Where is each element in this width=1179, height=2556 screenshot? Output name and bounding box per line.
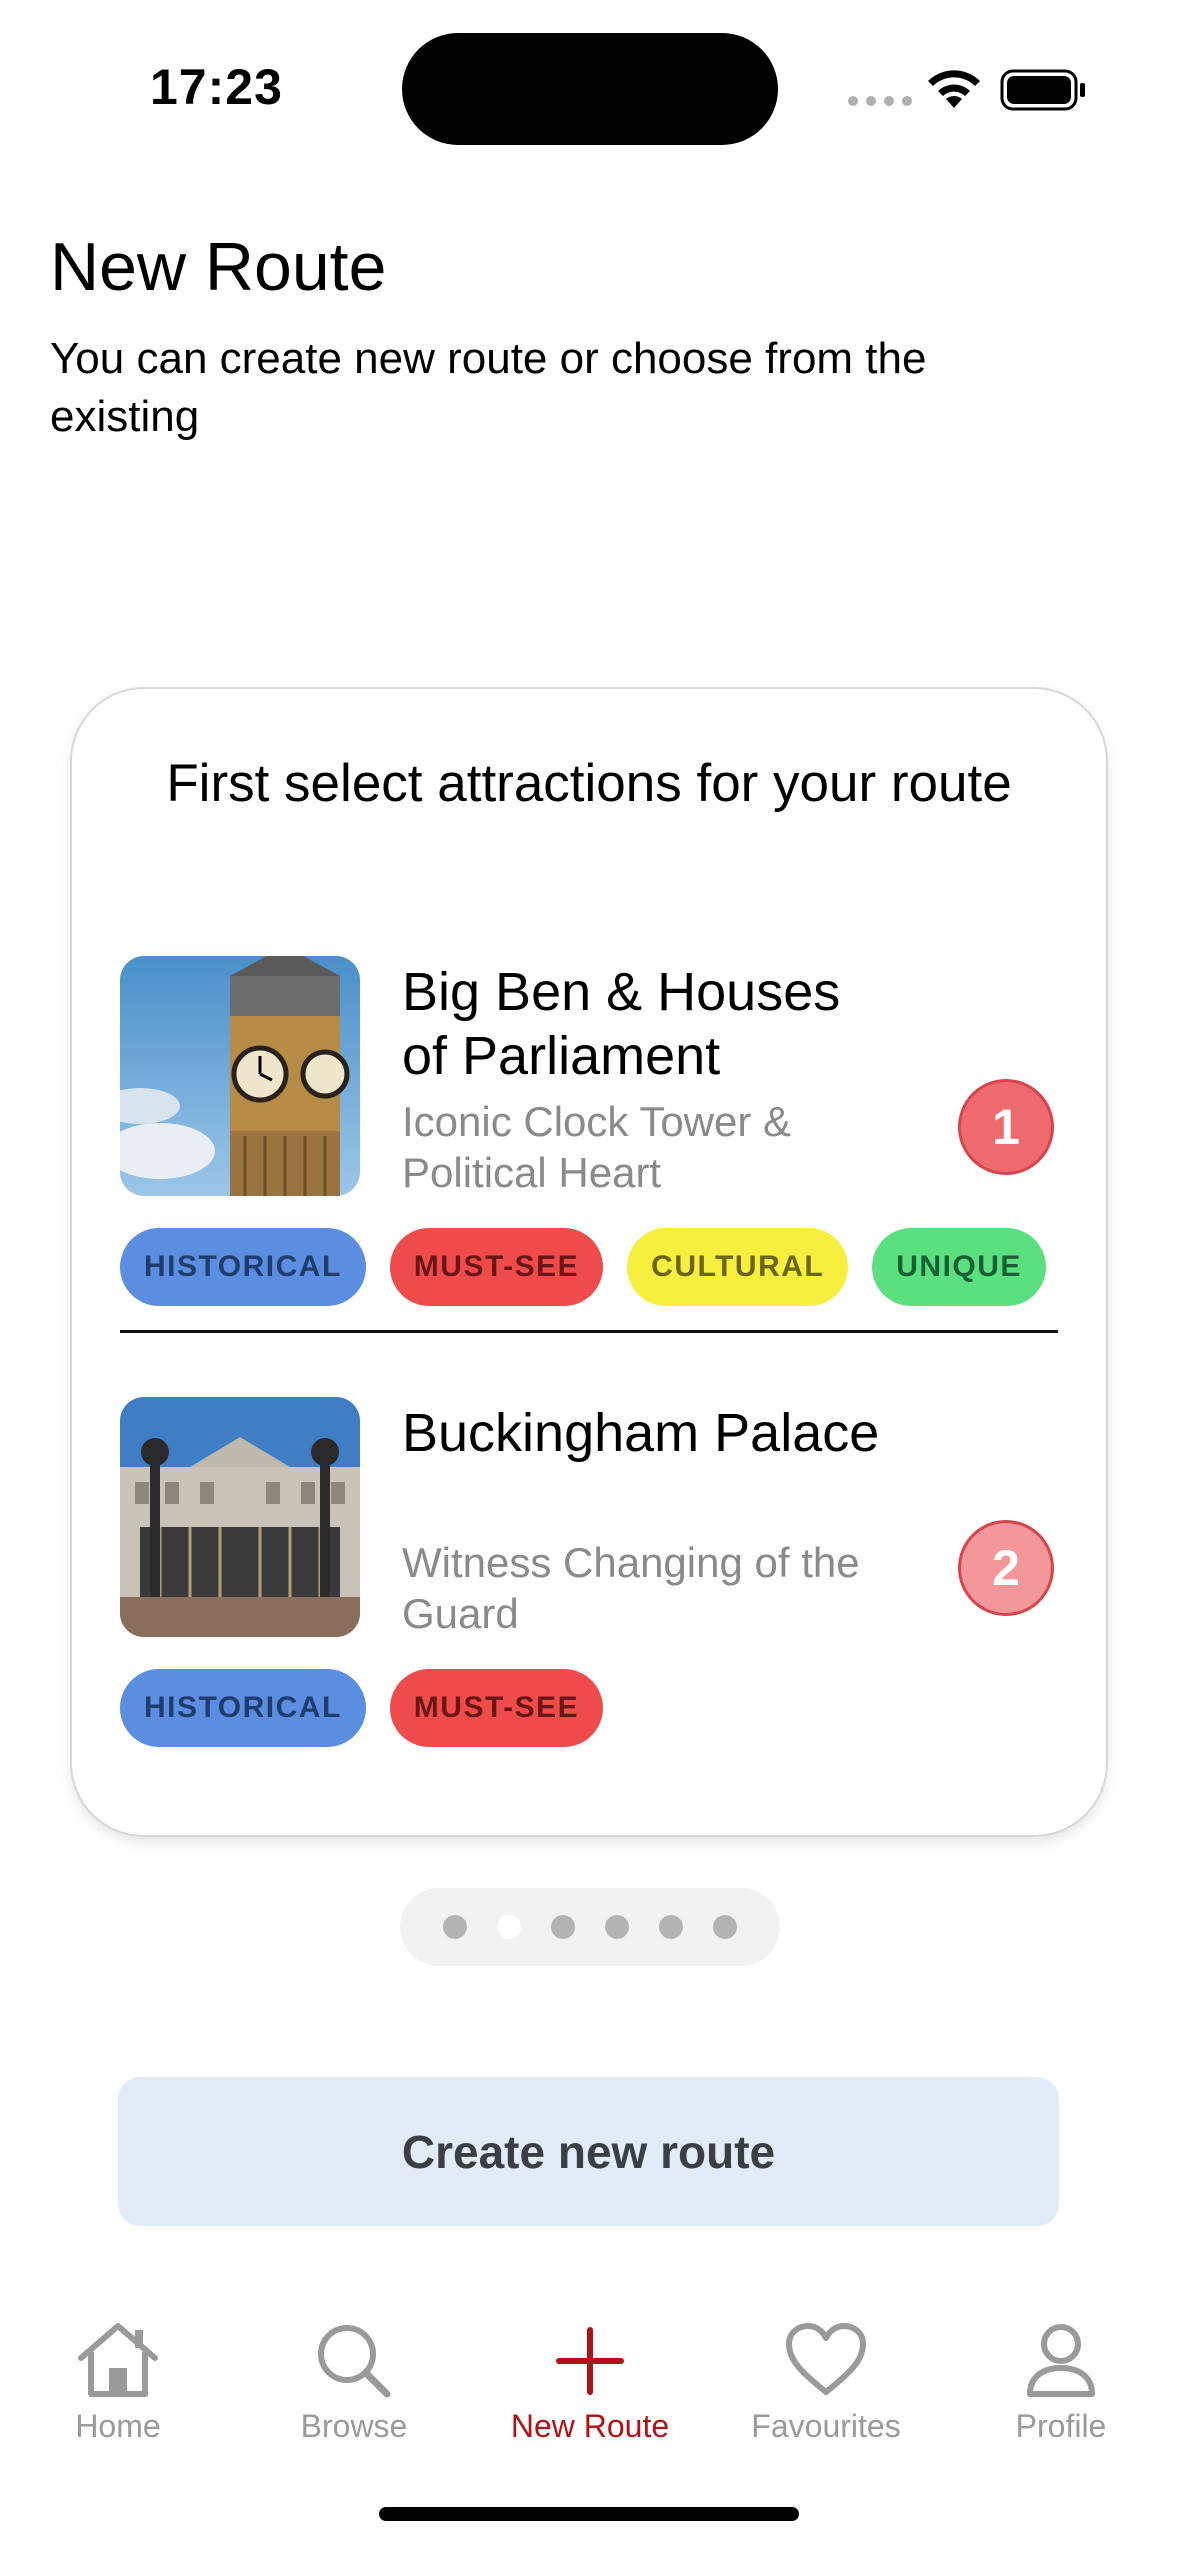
tab-label: Profile bbox=[1015, 2408, 1107, 2444]
buckingham-palace-image bbox=[120, 1397, 360, 1637]
page-dot-active[interactable] bbox=[497, 1915, 521, 1939]
attraction-description: Witness Changing of the Guard bbox=[402, 1539, 860, 1637]
page-dot[interactable] bbox=[659, 1915, 683, 1939]
tag-must-see: MUST-SEE bbox=[389, 1669, 604, 1747]
tab-label: Favourites bbox=[751, 2408, 901, 2444]
attraction-description: Iconic Clock Tower & Political Heart bbox=[402, 1098, 792, 1196]
attraction-title: Big Ben & Houses of Parliament bbox=[402, 962, 841, 1086]
wifi-icon bbox=[928, 70, 980, 108]
tab-new-route[interactable]: New Route bbox=[475, 2320, 705, 2445]
tab-label: New Route bbox=[510, 2408, 670, 2444]
create-new-route-button[interactable]: Create new route bbox=[118, 2077, 1059, 2226]
page-dot[interactable] bbox=[605, 1915, 629, 1939]
signal-icon bbox=[848, 96, 912, 106]
divider bbox=[120, 1330, 1058, 1333]
order-badge[interactable]: 1 bbox=[958, 1079, 1054, 1175]
page-dot[interactable] bbox=[551, 1915, 575, 1939]
dynamic-island bbox=[402, 33, 778, 145]
tab-profile[interactable]: Profile bbox=[946, 2320, 1176, 2445]
heart-icon bbox=[786, 2323, 866, 2395]
home-indicator bbox=[379, 2507, 799, 2521]
tag-cultural: CULTURAL bbox=[627, 1228, 849, 1306]
home-icon bbox=[78, 2323, 158, 2397]
tab-label: Home bbox=[75, 2408, 161, 2444]
tab-favourites[interactable]: Favourites bbox=[711, 2320, 941, 2445]
plus-icon bbox=[556, 2327, 624, 2395]
tag-historical: HISTORICAL bbox=[120, 1228, 366, 1306]
tab-label: Browse bbox=[300, 2408, 408, 2444]
page-subtitle: You can create new route or choose from … bbox=[50, 334, 927, 441]
page-indicator[interactable] bbox=[400, 1888, 780, 1966]
status-time: 17:23 bbox=[150, 59, 283, 115]
order-badge[interactable]: 2 bbox=[958, 1520, 1054, 1616]
attractions-card: First select attractions for your route bbox=[72, 689, 1106, 1835]
search-icon bbox=[318, 2325, 391, 2398]
tab-browse[interactable]: Browse bbox=[239, 2320, 469, 2445]
card-heading: First select attractions for your route bbox=[166, 754, 1012, 813]
battery-icon bbox=[1000, 69, 1085, 111]
tag-must-see: MUST-SEE bbox=[389, 1228, 604, 1306]
attraction-title: Buckingham Palace bbox=[402, 1403, 880, 1463]
big-ben-image bbox=[120, 956, 360, 1196]
person-icon bbox=[1027, 2324, 1095, 2397]
tab-home[interactable]: Home bbox=[3, 2320, 233, 2445]
tag-list: HISTORICAL MUST-SEE bbox=[120, 1669, 604, 1747]
tag-historical: HISTORICAL bbox=[120, 1669, 366, 1747]
tab-bar: Home Browse New Route Favourites Profile bbox=[0, 2300, 1179, 2470]
tag-unique: UNIQUE bbox=[872, 1228, 1046, 1306]
page-dot[interactable] bbox=[443, 1915, 467, 1939]
page-title: New Route bbox=[50, 229, 387, 305]
attraction-item[interactable]: Buckingham Palace Witness Changing of th… bbox=[120, 1397, 1058, 1757]
tag-list: HISTORICAL MUST-SEE CULTURAL UNIQUE bbox=[120, 1228, 1046, 1306]
attraction-item[interactable]: Big Ben & Houses of Parliament Iconic Cl… bbox=[120, 956, 1058, 1316]
page-dot[interactable] bbox=[713, 1915, 737, 1939]
